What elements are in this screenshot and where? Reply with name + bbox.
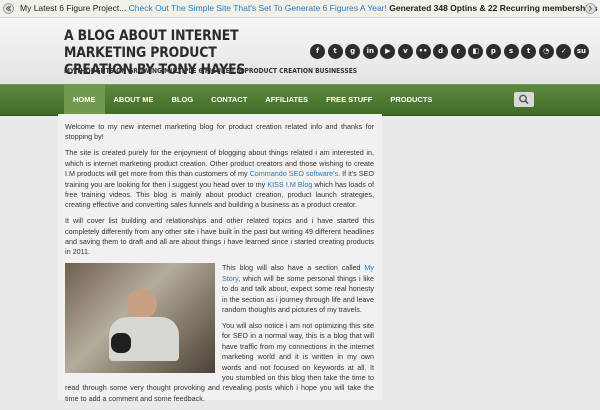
- nav-item-affiliates[interactable]: Affiliates: [256, 85, 317, 115]
- linkedin-icon[interactable]: in: [362, 44, 378, 59]
- post-body: Welcome to my new internet marketing blo…: [65, 122, 374, 410]
- site-tagline: My Thoughts on Growing Multiple 6 Figure…: [64, 67, 358, 75]
- nav-item-blog[interactable]: Blog: [163, 85, 203, 115]
- post-text: , which will be some personal things i l…: [222, 273, 374, 314]
- notification-tail: Generated 348 Optins & 22 Recurring memb…: [389, 3, 600, 13]
- site-header: A Blog About Internet Marketing Product …: [0, 18, 600, 84]
- vimeo-icon[interactable]: v: [397, 44, 413, 59]
- main-nav: Home About Me Blog Contact Affiliates Fr…: [0, 84, 600, 116]
- reddit-icon[interactable]: r: [450, 44, 466, 59]
- notification-bar: My Latest 6 Figure Project... Check Out …: [0, 0, 600, 18]
- rss-icon[interactable]: ◔: [538, 44, 554, 59]
- flickr-icon[interactable]: ••: [415, 44, 431, 59]
- notification-link[interactable]: Check Out The Simple Site That's Set To …: [129, 3, 387, 13]
- post-text: This blog will also have a section calle…: [222, 263, 365, 273]
- search-icon: [519, 94, 529, 105]
- tumblr-icon[interactable]: t: [521, 44, 537, 59]
- nav-item-about-me[interactable]: About Me: [105, 85, 163, 115]
- post-paragraph: It will cover list building and relation…: [65, 216, 374, 257]
- kiss-im-blog-link[interactable]: KISS I.M Blog: [267, 180, 312, 189]
- post-paragraph: The site is created purely for the enjoy…: [65, 148, 374, 210]
- pinterest-icon[interactable]: p: [485, 44, 501, 59]
- nav-item-products[interactable]: Products: [381, 85, 441, 115]
- close-bar-icon[interactable]: [585, 3, 596, 14]
- nav-item-contact[interactable]: Contact: [202, 85, 256, 115]
- chevron-double-left-icon[interactable]: [3, 3, 14, 14]
- deviantart-icon[interactable]: ✓: [556, 44, 572, 59]
- facebook-icon[interactable]: f: [310, 44, 325, 59]
- search-button[interactable]: [514, 92, 534, 107]
- nav-item-home[interactable]: Home: [64, 85, 105, 115]
- notification-lead: My Latest 6 Figure Project...: [20, 3, 127, 13]
- skype-icon[interactable]: s: [503, 44, 519, 59]
- youtube-icon[interactable]: ▶: [380, 44, 396, 59]
- google-plus-icon[interactable]: g: [345, 44, 361, 59]
- notification-message: My Latest 6 Figure Project... Check Out …: [20, 0, 600, 17]
- author-photo: [65, 263, 215, 374]
- delicious-icon[interactable]: ◧: [468, 44, 484, 59]
- stumbleupon-icon[interactable]: su: [573, 44, 589, 59]
- post-paragraph: Welcome to my new internet marketing blo…: [65, 122, 374, 142]
- nav-item-free-stuff[interactable]: Free Stuff: [317, 85, 381, 115]
- social-icons: f t g in ▶ v •• d r ◧ p s t ◔ ✓ su: [310, 44, 589, 62]
- digg-icon[interactable]: d: [433, 44, 449, 59]
- twitter-icon[interactable]: t: [327, 44, 343, 59]
- commando-seo-link[interactable]: Commando SEO software's: [250, 169, 339, 178]
- main-content: Welcome to my new internet marketing blo…: [58, 114, 382, 403]
